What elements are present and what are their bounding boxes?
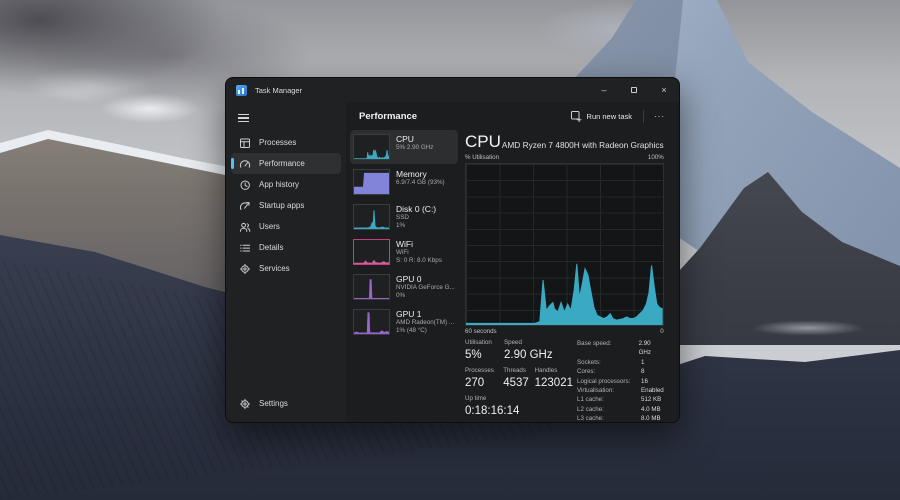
perf-item-detail: WiFi bbox=[396, 249, 442, 257]
sidebar-item-users[interactable]: Users bbox=[231, 216, 341, 237]
minimize-button[interactable]: – bbox=[589, 78, 619, 102]
sidebar-item-label: Services bbox=[259, 264, 290, 273]
perf-item-detail2: 1% (48 °C) bbox=[396, 327, 454, 335]
perf-item-gpu1[interactable]: GPU 1 AMD Radeon(TM) ... 1% (48 °C) bbox=[350, 305, 458, 339]
run-new-task-label: Run new task bbox=[587, 112, 632, 121]
perf-item-detail2: 0% bbox=[396, 292, 455, 300]
stat-utilisation: Utilisation 5% bbox=[465, 339, 504, 362]
perf-item-detail: 6.9/7.4 GB (93%) bbox=[396, 179, 445, 187]
cpu-spec-list: Base speed:2.90 GHz Sockets:1 Cores:8 Lo… bbox=[577, 339, 664, 423]
perf-item-name: GPU 0 bbox=[396, 274, 455, 284]
wifi-mini-chart bbox=[353, 239, 390, 265]
header-divider bbox=[643, 110, 644, 123]
spec-cores: Cores:8 bbox=[577, 367, 664, 376]
stat-handles: Handles 123021 bbox=[535, 367, 573, 390]
spec-sockets: Sockets:1 bbox=[577, 358, 664, 367]
sidebar-item-label: Processes bbox=[259, 138, 296, 147]
services-icon bbox=[239, 263, 251, 275]
sidebar-item-label: Users bbox=[259, 222, 280, 231]
sidebar-item-label: Details bbox=[259, 243, 283, 252]
maximize-button[interactable] bbox=[619, 78, 649, 102]
spec-l3-cache: L3 cache:8.0 MB bbox=[577, 414, 664, 423]
spec-l2-cache: L2 cache:4.0 MB bbox=[577, 405, 664, 414]
startup-apps-icon bbox=[239, 200, 251, 212]
settings-gear-icon bbox=[239, 398, 251, 410]
stat-threads: Threads 4537 bbox=[503, 367, 534, 390]
x-axis-left-label: 60 seconds bbox=[465, 328, 497, 335]
perf-item-gpu0[interactable]: GPU 0 NVIDIA GeForce G... 0% bbox=[350, 270, 458, 304]
run-new-task-button[interactable]: Run new task bbox=[563, 107, 639, 125]
sidebar: Processes Performance App history Startu… bbox=[226, 102, 346, 422]
x-axis-right-label: 0 bbox=[660, 328, 663, 335]
perf-item-detail2: 1% bbox=[396, 222, 436, 230]
stat-uptime: Up time 0:18:16:14 bbox=[465, 395, 519, 418]
spec-virtualisation: Virtualisation:Enabled bbox=[577, 386, 664, 395]
perf-item-disk0[interactable]: Disk 0 (C:) SSD 1% bbox=[350, 200, 458, 234]
spec-l1-cache: L1 cache:512 KB bbox=[577, 395, 664, 404]
sidebar-item-details[interactable]: Details bbox=[231, 237, 341, 258]
maximize-icon bbox=[631, 87, 637, 93]
perf-item-name: Memory bbox=[396, 169, 445, 179]
desktop: Task Manager – × Processes Performance bbox=[0, 0, 900, 500]
sidebar-item-label: Startup apps bbox=[259, 201, 304, 210]
performance-icon bbox=[239, 158, 251, 170]
spec-base-speed: Base speed:2.90 GHz bbox=[577, 339, 664, 358]
spec-logical-processors: Logical processors:16 bbox=[577, 377, 664, 386]
perf-item-memory[interactable]: Memory 6.9/7.4 GB (93%) bbox=[350, 165, 458, 199]
cpu-mini-chart bbox=[353, 134, 390, 160]
detail-title: CPU bbox=[465, 132, 501, 151]
processes-icon bbox=[239, 137, 251, 149]
performance-metric-list: CPU 5% 2.90 GHz Memory 6.9/7.4 GB (93%) bbox=[350, 130, 458, 423]
y-axis-label: % Utilisation bbox=[465, 154, 499, 161]
gpu0-mini-chart bbox=[353, 274, 390, 300]
sidebar-item-label: App history bbox=[259, 180, 299, 189]
perf-item-detail: NVIDIA GeForce G... bbox=[396, 284, 455, 292]
app-history-icon bbox=[239, 179, 251, 191]
sidebar-item-services[interactable]: Services bbox=[231, 258, 341, 279]
sidebar-item-label: Performance bbox=[259, 159, 305, 168]
cpu-detail-pane: CPU AMD Ryzen 7 4800H with Radeon Graphi… bbox=[465, 130, 664, 423]
stat-speed: Speed 2.90 GHz bbox=[504, 339, 553, 362]
memory-mini-chart bbox=[353, 169, 390, 195]
disk-mini-chart bbox=[353, 204, 390, 230]
cpu-utilisation-chart bbox=[465, 163, 664, 326]
sidebar-nav: Processes Performance App history Startu… bbox=[226, 132, 346, 393]
cpu-model-name: AMD Ryzen 7 4800H with Radeon Graphics bbox=[502, 140, 664, 151]
perf-item-detail: AMD Radeon(TM) ... bbox=[396, 319, 454, 327]
sidebar-item-label: Settings bbox=[259, 399, 288, 408]
perf-item-name: Disk 0 (C:) bbox=[396, 204, 436, 214]
page-header: Performance Run new task ··· bbox=[346, 102, 679, 128]
page-title: Performance bbox=[359, 111, 417, 122]
more-options-button[interactable]: ··· bbox=[648, 112, 671, 121]
titlebar[interactable]: Task Manager – × bbox=[226, 78, 679, 102]
y-axis-max-label: 100% bbox=[648, 154, 664, 161]
perf-item-cpu[interactable]: CPU 5% 2.90 GHz bbox=[350, 130, 458, 164]
perf-item-detail2: S: 0 R: 8.0 Kbps bbox=[396, 257, 442, 265]
sidebar-item-performance[interactable]: Performance bbox=[231, 153, 341, 174]
sidebar-item-settings[interactable]: Settings bbox=[231, 393, 341, 414]
cpu-stats: Utilisation 5% Speed 2.90 GHz Processes … bbox=[465, 339, 664, 423]
users-icon bbox=[239, 221, 251, 233]
sidebar-item-app-history[interactable]: App history bbox=[231, 174, 341, 195]
perf-item-detail: 5% 2.90 GHz bbox=[396, 144, 433, 152]
sidebar-item-startup-apps[interactable]: Startup apps bbox=[231, 195, 341, 216]
hamburger-menu-icon[interactable] bbox=[235, 108, 263, 128]
gpu1-mini-chart bbox=[353, 309, 390, 335]
close-button[interactable]: × bbox=[649, 78, 679, 102]
run-new-task-icon bbox=[570, 110, 582, 122]
perf-item-name: WiFi bbox=[396, 239, 442, 249]
perf-item-name: CPU bbox=[396, 134, 433, 144]
task-manager-window: Task Manager – × Processes Performance bbox=[225, 77, 680, 423]
perf-item-wifi[interactable]: WiFi WiFi S: 0 R: 8.0 Kbps bbox=[350, 235, 458, 269]
window-title: Task Manager bbox=[255, 86, 302, 95]
details-icon bbox=[239, 242, 251, 254]
task-manager-app-icon bbox=[236, 85, 247, 96]
perf-item-detail: SSD bbox=[396, 214, 436, 222]
main-pane: Performance Run new task ··· bbox=[346, 102, 679, 422]
sidebar-item-processes[interactable]: Processes bbox=[231, 132, 341, 153]
stat-processes: Processes 270 bbox=[465, 367, 503, 390]
perf-item-name: GPU 1 bbox=[396, 309, 454, 319]
